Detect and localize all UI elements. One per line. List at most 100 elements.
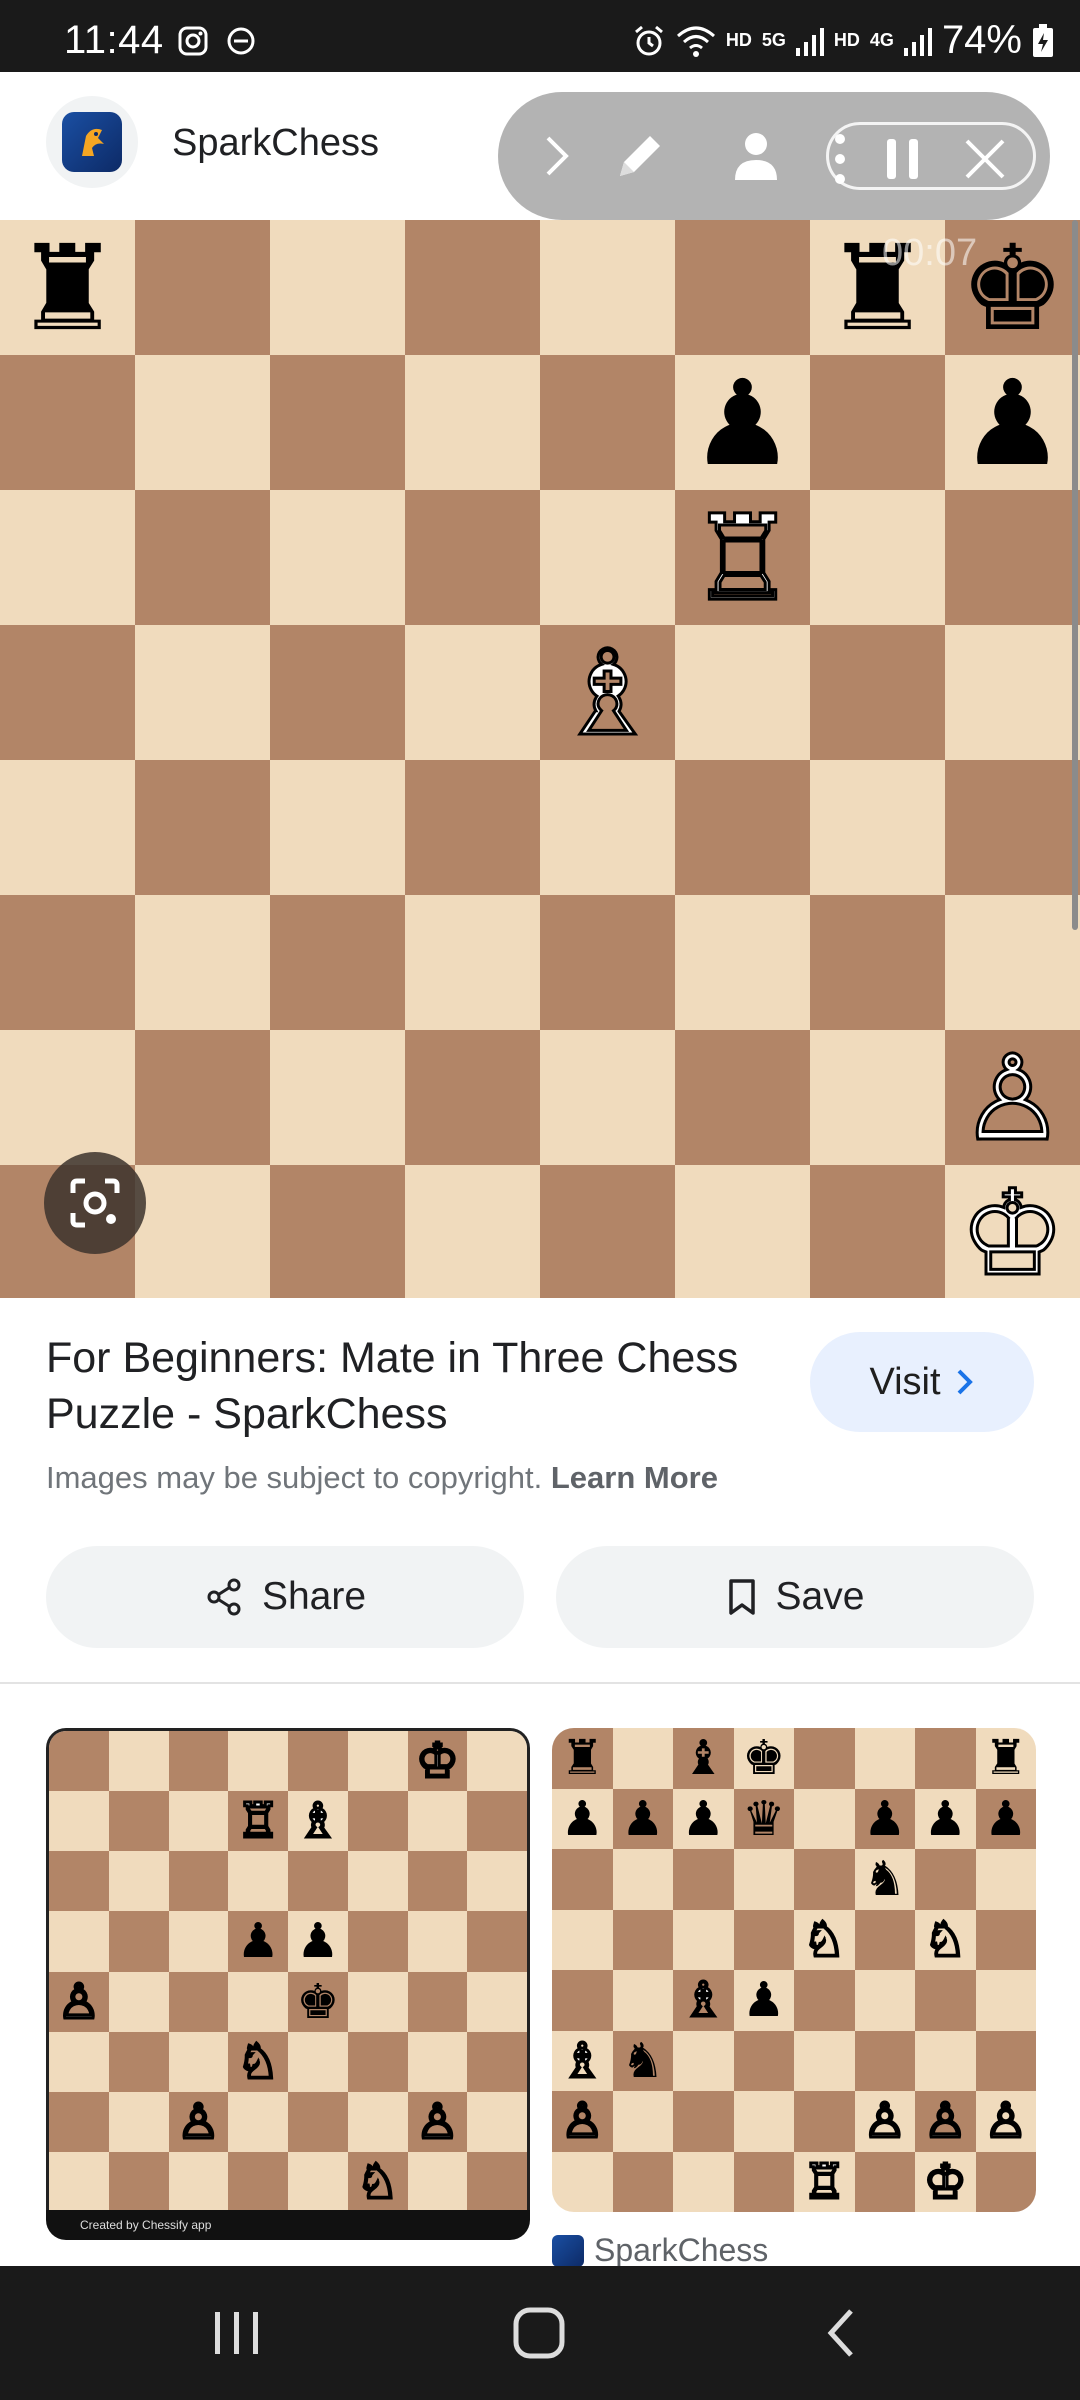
board-square (612, 2091, 673, 2152)
board-square (407, 1911, 468, 1972)
board-square (552, 1849, 613, 1910)
board-square (108, 1791, 169, 1852)
board-square (405, 1165, 540, 1298)
board-square (270, 490, 405, 625)
pen-icon[interactable] (600, 116, 680, 196)
lens-search-button[interactable] (44, 1152, 146, 1254)
board-square (467, 1731, 527, 1792)
board-square (467, 1851, 527, 1912)
divider (0, 1682, 1080, 1684)
back-icon[interactable] (786, 2296, 896, 2370)
board-square: ♖ (794, 2151, 855, 2212)
board-square (975, 1849, 1036, 1910)
save-button[interactable]: Save (556, 1546, 1034, 1648)
board-square: ♗ (288, 1791, 348, 1852)
board-square: ♙ (552, 2091, 613, 2152)
white-bishop-icon: ♗ (295, 1793, 341, 1850)
board-square (673, 1849, 734, 1910)
board-square (612, 1728, 673, 1789)
board-square (168, 1911, 229, 1972)
board-square (407, 2151, 468, 2212)
board-square (407, 1851, 468, 1912)
board-square (135, 760, 270, 895)
board-square (135, 895, 270, 1030)
home-icon[interactable] (484, 2296, 594, 2370)
board-square (975, 2030, 1036, 2091)
board-square (347, 2031, 408, 2092)
board-square (673, 2151, 734, 2212)
black-pawn-icon: ♟ (236, 1913, 280, 1970)
share-button[interactable]: Share (46, 1546, 524, 1648)
related-image-1[interactable]: ♔ ♖ ♗ ♟ ♟ ♙ ♚ ♘ ♙ ♙ ♘ (46, 1728, 530, 2212)
board-square (135, 625, 270, 760)
board-square (733, 2030, 794, 2091)
board-square: ♙ (407, 2091, 468, 2152)
board-square: ♔ (407, 1731, 468, 1792)
related-image-1-footer: Created by Chessify app (46, 2210, 530, 2240)
more-vertical-icon[interactable] (825, 119, 855, 199)
board-square (945, 760, 1080, 895)
chevron-right-icon[interactable] (516, 116, 596, 196)
board-square (135, 220, 270, 355)
board-square (794, 2091, 855, 2152)
close-icon[interactable] (945, 119, 1025, 199)
site-logo[interactable] (46, 96, 138, 188)
board-square (854, 1728, 915, 1789)
board-square (540, 355, 675, 490)
board-square (288, 1851, 348, 1912)
board-square (168, 1851, 229, 1912)
board-square (0, 490, 135, 625)
board-square (168, 1791, 229, 1852)
person-icon[interactable] (716, 116, 796, 196)
board-square (733, 1909, 794, 1970)
related-image-2[interactable]: ♜ ♝ ♚ ♜ ♟ ♟ ♟ ♛ ♟ ♟ ♟ ♞ ♘ ♘ ♗ ♟ ♗ ♞ ♙ ♙ ♙ ♙ ♖ ♔ (552, 1728, 1036, 2212)
white-pawn-icon: ♙ (958, 1028, 1067, 1167)
board-square (794, 1788, 855, 1849)
black-pawn-icon: ♟ (621, 1790, 665, 1847)
board-square (540, 220, 675, 355)
board-square (810, 1165, 945, 1298)
white-knight-icon: ♘ (355, 2153, 401, 2210)
board-square: ♝ (673, 1728, 734, 1789)
scrollbar[interactable] (1072, 220, 1078, 930)
board-square (168, 1971, 229, 2032)
board-square (854, 2151, 915, 2212)
related-image-2-source[interactable]: SparkChess (552, 2232, 768, 2269)
board-square (168, 2031, 229, 2092)
board-square (270, 625, 405, 760)
board-square (108, 1731, 169, 1792)
board-square (945, 490, 1080, 625)
white-pawn-icon: ♙ (922, 2093, 968, 2150)
board-square (467, 2091, 527, 2152)
board-square (49, 1911, 109, 1972)
learn-more-link[interactable]: Learn More (551, 1460, 718, 1495)
pause-icon[interactable] (863, 119, 943, 199)
board-square (733, 2151, 794, 2212)
board-square (540, 1165, 675, 1298)
board-square (810, 625, 945, 760)
board-square (405, 490, 540, 625)
navigation-bar (0, 2266, 1080, 2400)
board-square (49, 2031, 109, 2092)
recent-apps-icon[interactable] (182, 2296, 292, 2370)
hd-icon: HD (725, 30, 752, 50)
chess-board-image[interactable]: ♜ ♜ ♚ ♟ ♟ ♖ ♗ ♙ ♔ (0, 220, 1080, 1298)
save-label: Save (775, 1575, 865, 1618)
copyright-text: Images may be subject to copyright. (46, 1460, 543, 1495)
result-title[interactable]: For Beginners: Mate in Three Chess Puzzl… (46, 1330, 766, 1442)
board-square (612, 1970, 673, 2031)
white-king-icon: ♔ (958, 1163, 1067, 1298)
board-square (794, 2030, 855, 2091)
site-name[interactable]: SparkChess (172, 122, 379, 165)
board-square (810, 895, 945, 1030)
board-square (673, 1909, 734, 1970)
board-square (405, 1030, 540, 1165)
board-square (405, 355, 540, 490)
black-bishop-icon: ♝ (681, 1730, 725, 1787)
board-square (612, 1849, 673, 1910)
board-square: ♙ (168, 2091, 229, 2152)
white-pawn-icon: ♙ (175, 2093, 221, 2150)
visit-button[interactable]: Visit (810, 1332, 1034, 1432)
board-square (270, 220, 405, 355)
board-square: ♟ (228, 1911, 288, 1972)
